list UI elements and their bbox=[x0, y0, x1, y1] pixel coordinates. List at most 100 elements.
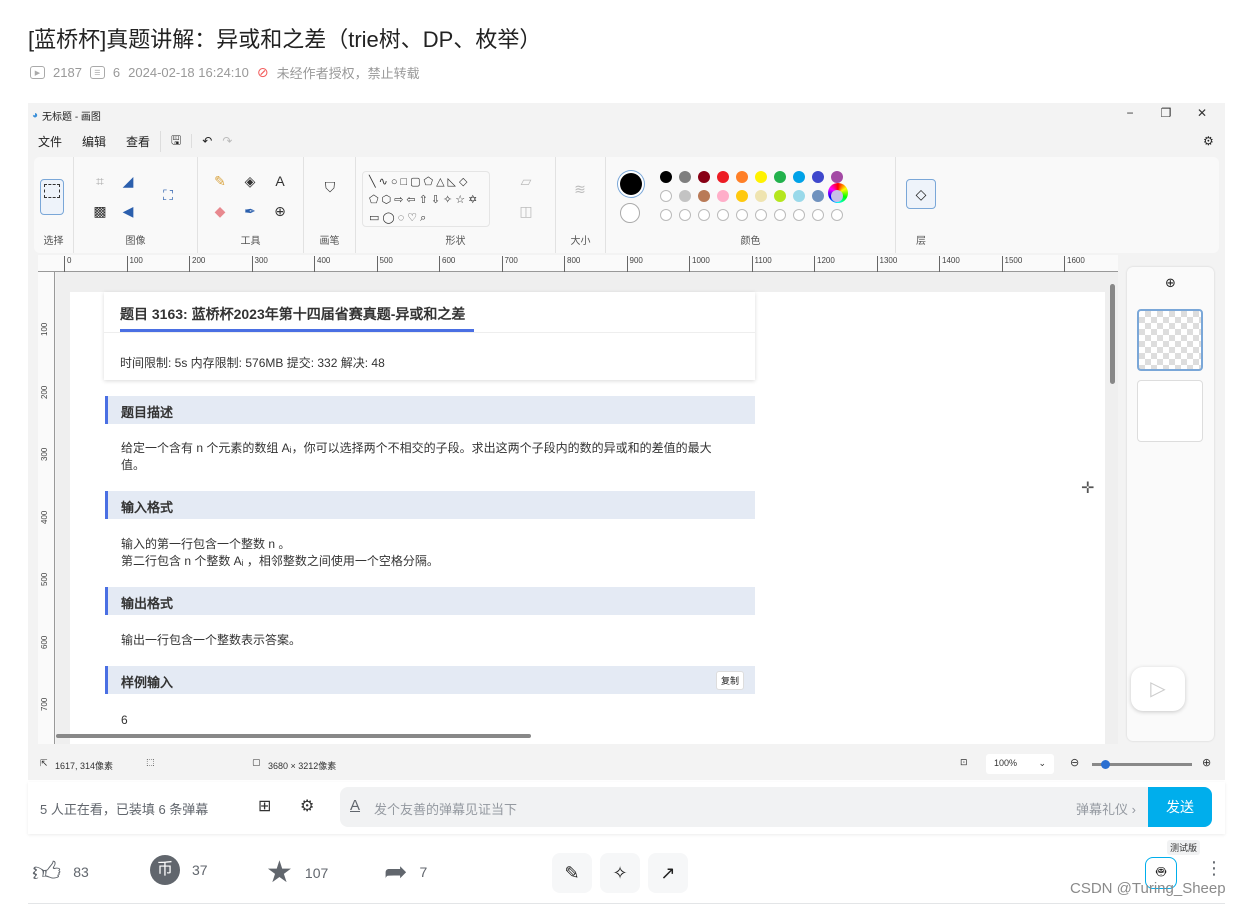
flip-icon[interactable]: ◀ bbox=[118, 203, 138, 220]
color-swatch[interactable] bbox=[660, 171, 672, 183]
favorite-button[interactable]: ★ 107 bbox=[266, 855, 328, 890]
play-overlay-icon[interactable]: ▷ bbox=[1131, 667, 1185, 711]
color-picker-icon[interactable]: ✒ bbox=[240, 203, 260, 220]
paint-titlebar: ◕ 无标题 - 画图 − ❐ ✕ bbox=[28, 103, 1225, 127]
video-player[interactable]: ◕ 无标题 - 画图 − ❐ ✕ 文件 编辑 查看 🖫 ↶ ↷ ⚙ 选择 ⌗ ◢… bbox=[28, 103, 1225, 780]
color-swatch[interactable] bbox=[679, 171, 691, 183]
send-button[interactable]: 发送 bbox=[1148, 787, 1212, 827]
more-icon[interactable]: ⋮ bbox=[1205, 858, 1223, 879]
color-swatch[interactable] bbox=[774, 171, 786, 183]
color-swatch[interactable] bbox=[774, 190, 786, 202]
remove-bg-icon[interactable]: ▩ bbox=[90, 203, 110, 220]
shapes-gallery[interactable]: ╲∿○□▢⬠△◺◇⬠⬡⇨⇦⇧⇩✧☆✡▭◯◌♡⌕ bbox=[362, 171, 490, 227]
color-swatch[interactable] bbox=[831, 209, 843, 221]
canvas[interactable]: 题目 3163: 蓝桥杯2023年第十四届省赛真题-异或和之差 时间限制: 5s… bbox=[70, 292, 1105, 744]
color-swatch[interactable] bbox=[831, 171, 843, 183]
color-swatch[interactable] bbox=[736, 190, 748, 202]
danmaku-input[interactable]: A 发个友善的弹幕见证当下 弹幕礼仪 › 发送 bbox=[340, 787, 1212, 827]
zoom-out-icon[interactable]: ⊖ bbox=[1070, 756, 1079, 769]
color-swatch[interactable] bbox=[812, 171, 824, 183]
color-swatch[interactable] bbox=[736, 171, 748, 183]
layers-icon[interactable]: ◇ bbox=[906, 179, 936, 209]
color-swatch[interactable] bbox=[793, 190, 805, 202]
eraser-icon[interactable]: ◆ bbox=[210, 203, 230, 220]
color-swatch[interactable] bbox=[660, 190, 672, 202]
close-icon[interactable]: ✕ bbox=[1192, 106, 1212, 120]
fit-icon[interactable]: ⊡ bbox=[960, 757, 968, 768]
section-body: 输出一行包含一个整数表示答案。 bbox=[105, 615, 755, 665]
zoom-select[interactable]: 100% ⌄ bbox=[986, 754, 1054, 774]
color-swatch[interactable] bbox=[831, 190, 843, 202]
color-swatch[interactable] bbox=[660, 209, 672, 221]
brush-icon[interactable]: ⛉ bbox=[320, 179, 340, 196]
note-button[interactable]: ✎ bbox=[552, 853, 592, 893]
color-swatch[interactable] bbox=[717, 209, 729, 221]
rotate-icon[interactable]: ◢ bbox=[118, 173, 138, 190]
add-layer-icon[interactable]: ⊕ bbox=[1127, 275, 1214, 291]
restore-icon[interactable]: ❐ bbox=[1156, 106, 1176, 120]
danmaku-settings-icon[interactable]: ⚙ bbox=[300, 796, 314, 816]
color-swatch[interactable] bbox=[679, 190, 691, 202]
color-swatch[interactable] bbox=[698, 209, 710, 221]
color-swatch[interactable] bbox=[812, 190, 824, 202]
save-icon[interactable]: 🖫 bbox=[160, 130, 191, 152]
ruler-tick: 900 bbox=[626, 256, 643, 272]
share-button[interactable]: ➦ 7 bbox=[384, 855, 427, 888]
zoom-slider[interactable] bbox=[1092, 760, 1192, 769]
color-swatch[interactable] bbox=[717, 171, 729, 183]
magnifier-icon[interactable]: ⊕ bbox=[270, 203, 290, 220]
pencil-icon[interactable]: ✎ bbox=[210, 173, 230, 190]
menu-edit[interactable]: 编辑 bbox=[72, 133, 116, 150]
watching-count: 5 人正在看，已装填 6 条弹幕 bbox=[40, 802, 209, 817]
redo-icon[interactable]: ↷ bbox=[222, 134, 232, 148]
color-swatch[interactable] bbox=[698, 190, 710, 202]
color-swatch[interactable] bbox=[755, 209, 767, 221]
size-icon[interactable]: ≋ bbox=[570, 181, 590, 198]
select-button[interactable] bbox=[40, 179, 64, 215]
undo-icon[interactable]: ↶ bbox=[191, 134, 222, 148]
danmaku-toggle-icon[interactable]: ⊞ bbox=[258, 796, 271, 816]
danmaku-bar: 5 人正在看，已装填 6 条弹幕 ⊞ ⚙ A 发个友善的弹幕见证当下 弹幕礼仪 … bbox=[28, 782, 1225, 834]
horizontal-scrollbar[interactable] bbox=[56, 734, 531, 738]
problem-header-card: 题目 3163: 蓝桥杯2023年第十四届省赛真题-异或和之差 时间限制: 5s… bbox=[104, 292, 755, 380]
outline-icon[interactable]: ▱ bbox=[516, 173, 536, 190]
color-swatch[interactable] bbox=[793, 171, 805, 183]
color-swatch[interactable] bbox=[793, 209, 805, 221]
primary-color[interactable] bbox=[620, 173, 642, 195]
like-button[interactable]: 👍︎ 83 bbox=[32, 855, 89, 889]
ruler-tick: 700 bbox=[501, 256, 518, 272]
zoom-in-icon[interactable]: ⊕ bbox=[1202, 756, 1211, 769]
color-swatch[interactable] bbox=[679, 209, 691, 221]
settings-icon[interactable]: ⚙ bbox=[1193, 134, 1224, 148]
secondary-color[interactable] bbox=[620, 203, 640, 223]
layer-thumbnail[interactable] bbox=[1137, 380, 1203, 442]
danmaku-etiquette-link[interactable]: 弹幕礼仪 › bbox=[1076, 799, 1136, 818]
menu-view[interactable]: 查看 bbox=[116, 133, 160, 150]
video-title: [蓝桥杯]真题讲解：异或和之差（trie树、DP、枚举） bbox=[28, 27, 542, 52]
color-swatch[interactable] bbox=[717, 190, 729, 202]
ruler-tick: 500 bbox=[40, 572, 49, 586]
shape-fill-icon[interactable]: ◫ bbox=[516, 203, 536, 220]
horizontal-ruler: 0 100 200 300 400 500 600 700 800 900 1000 1100 1200… bbox=[38, 255, 1118, 272]
menu-file[interactable]: 文件 bbox=[28, 133, 72, 150]
color-swatch[interactable] bbox=[812, 209, 824, 221]
fill-icon[interactable]: ◈ bbox=[240, 173, 260, 190]
coin-button[interactable]: 币 37 bbox=[150, 855, 208, 885]
canvas-area[interactable]: 题目 3163: 蓝桥杯2023年第十四届省赛真题-异或和之差 时间限制: 5s… bbox=[56, 272, 1118, 744]
resize-icon[interactable]: ⛶ bbox=[158, 187, 178, 204]
copy-button[interactable]: 复制 bbox=[716, 671, 745, 690]
color-swatch[interactable] bbox=[774, 209, 786, 221]
color-swatch[interactable] bbox=[755, 171, 767, 183]
pin-button[interactable]: ✧ bbox=[600, 853, 640, 893]
color-swatch[interactable] bbox=[736, 209, 748, 221]
text-icon[interactable]: A bbox=[270, 173, 290, 189]
minimize-icon[interactable]: − bbox=[1120, 106, 1140, 120]
ruler-tick: 300 bbox=[251, 256, 268, 272]
layer-thumbnail[interactable] bbox=[1137, 309, 1203, 371]
font-style-icon[interactable]: A bbox=[350, 797, 360, 814]
stats-button[interactable]: ↗ bbox=[648, 853, 688, 893]
crop-icon[interactable]: ⌗ bbox=[90, 173, 110, 190]
vertical-scrollbar[interactable] bbox=[1110, 284, 1115, 384]
color-swatch[interactable] bbox=[755, 190, 767, 202]
color-swatch[interactable] bbox=[698, 171, 710, 183]
